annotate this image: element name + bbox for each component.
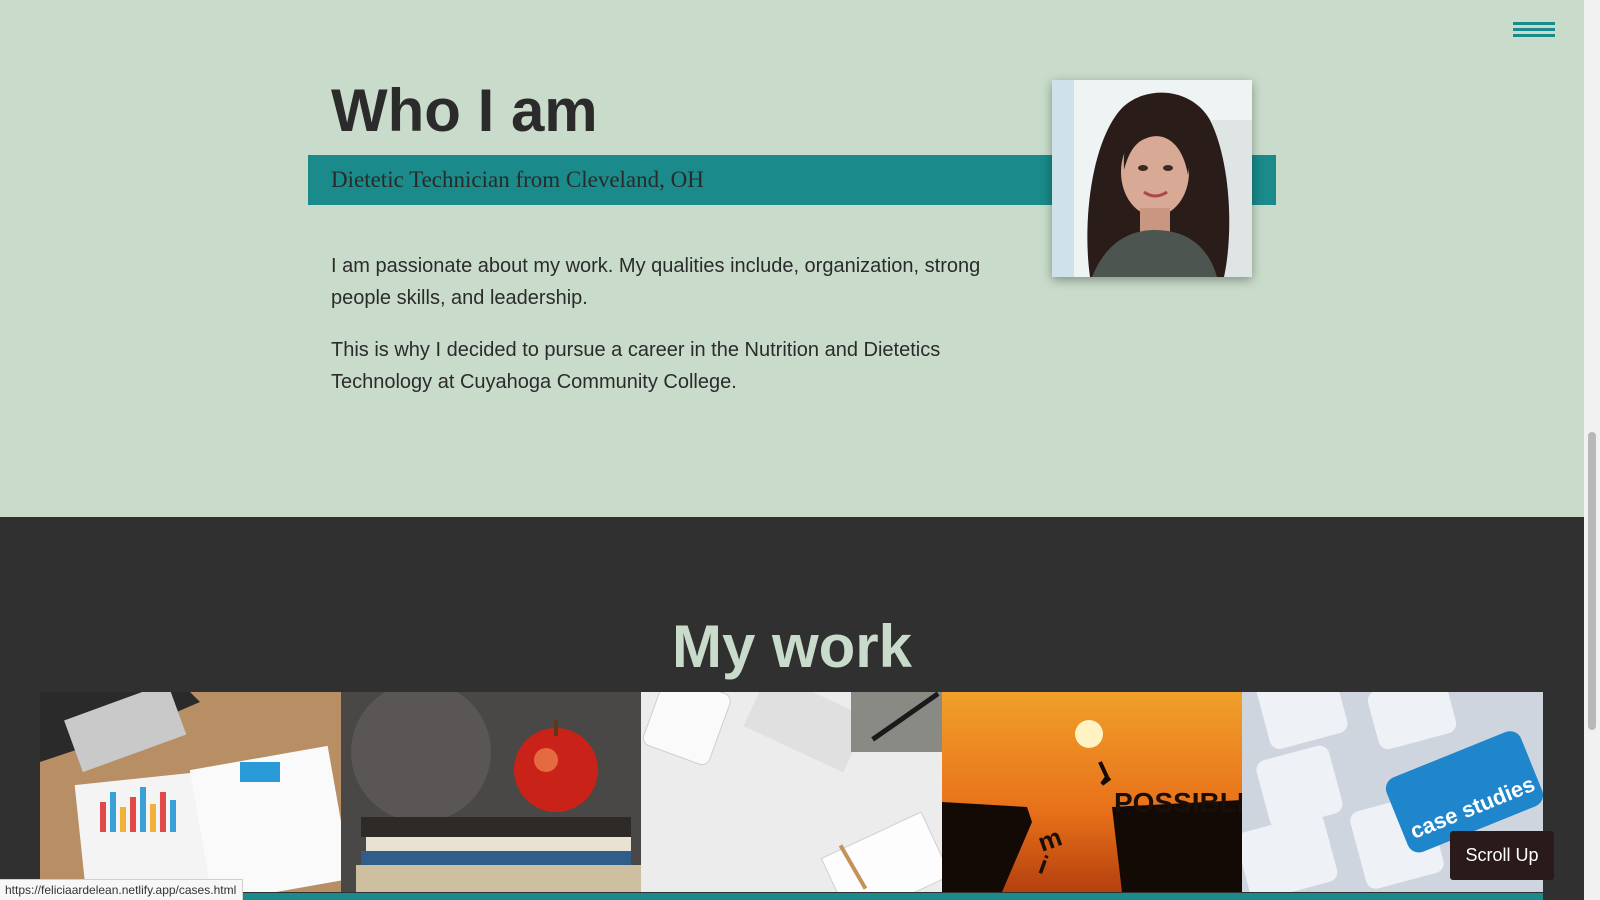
bio-text: I am passionate about my work. My qualit… (331, 250, 1011, 418)
about-title: Who I am (331, 77, 598, 144)
subtitle-text: Dietetic Technician from Cleveland, OH (331, 167, 704, 192)
status-bar-url: https://feliciaardelean.netlify.app/case… (0, 879, 244, 900)
about-section: Who I am Dietetic Technician from Clevel… (0, 0, 1584, 517)
bio-paragraph: I am passionate about my work. My qualit… (331, 255, 981, 309)
scrollbar[interactable] (1584, 0, 1600, 900)
profile-photo (1052, 80, 1252, 277)
work-tile-reports[interactable] (40, 692, 341, 892)
work-gallery: POSSIBLE m i case studies (40, 692, 1543, 892)
bio-paragraph: This is why I decided to pursue a career… (331, 339, 941, 393)
work-title: My work (671, 613, 913, 680)
hamburger-menu-icon[interactable] (1513, 22, 1555, 42)
tile-image-text: POSSIBLE (1114, 787, 1243, 818)
work-tile-desk[interactable] (641, 692, 942, 892)
scrollbar-thumb[interactable] (1588, 432, 1596, 730)
teal-strip (40, 893, 1543, 900)
scroll-up-button[interactable]: Scroll Up (1450, 831, 1554, 880)
work-tile-apple-books[interactable] (340, 692, 642, 892)
work-tile-impossible[interactable]: POSSIBLE m i (941, 692, 1243, 892)
